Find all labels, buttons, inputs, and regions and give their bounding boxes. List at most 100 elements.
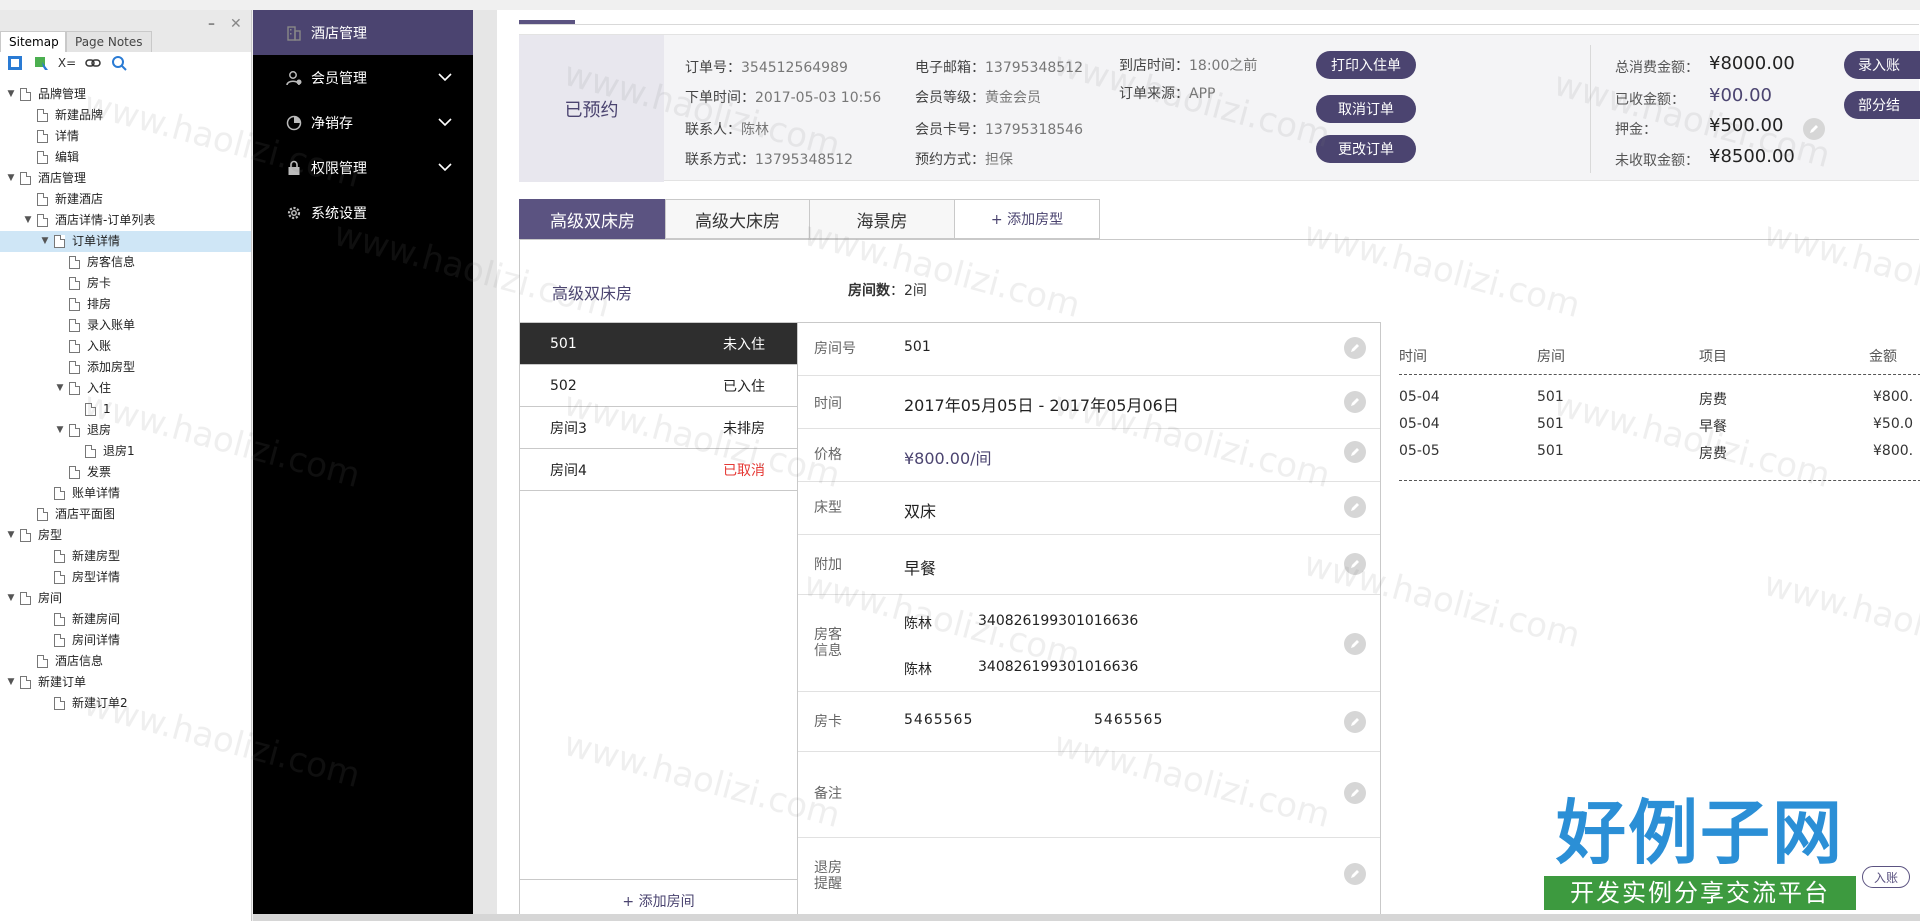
nav-item[interactable]: 酒店管理 — [253, 10, 473, 55]
sitemap-node[interactable]: 新建订单2 — [0, 693, 251, 714]
edit-note-icon[interactable] — [1344, 782, 1366, 804]
room-no-value: 501 — [904, 339, 931, 355]
add-room-type-button[interactable]: + 添加房型 — [954, 199, 1100, 239]
chevron-down-icon[interactable] — [437, 114, 453, 134]
change-order-button[interactable]: 更改订单 — [1316, 135, 1416, 163]
expand-toggle-icon[interactable]: ▼ — [6, 168, 16, 189]
tab-room-type-2[interactable]: 高级大床房 — [665, 199, 809, 239]
chevron-down-icon[interactable] — [437, 159, 453, 179]
edit-deposit-icon[interactable] — [1803, 118, 1825, 140]
nav-item[interactable]: 系统设置 — [253, 190, 473, 235]
sitemap-node[interactable]: 入账 — [0, 336, 251, 357]
sitemap-node-label: 新建房型 — [72, 549, 121, 563]
page-icon — [37, 130, 48, 143]
sitemap-node[interactable]: 房卡 — [0, 273, 251, 294]
edit-price-icon[interactable] — [1344, 441, 1366, 463]
nav-item[interactable]: 权限管理 — [253, 145, 473, 190]
tab-room-type-3[interactable]: 海景房 — [809, 199, 954, 239]
sitemap-node[interactable]: ▼ 新建订单 — [0, 672, 251, 693]
expand-toggle-icon[interactable]: ▼ — [55, 378, 65, 399]
expand-toggle-icon[interactable]: ▼ — [23, 210, 33, 231]
sitemap-node[interactable]: 账单详情 — [0, 483, 251, 504]
page-icon — [37, 193, 48, 206]
watermark-logo-text: 好例子网 — [1556, 792, 1844, 874]
sitemap-node[interactable]: 录入账单 — [0, 315, 251, 336]
page-icon — [20, 172, 31, 185]
order-summary: 已预约 订单号：354512564989 下单时间：2017-05-03 10:… — [519, 34, 1920, 182]
page-icon — [69, 256, 80, 269]
sitemap-node[interactable]: 房客信息 — [0, 252, 251, 273]
sitemap-node-label: 订单详情 — [72, 234, 121, 248]
sitemap-node[interactable]: 新建房间 — [0, 609, 251, 630]
chevron-down-icon[interactable] — [437, 69, 453, 89]
edit-guests-icon[interactable] — [1344, 633, 1366, 655]
order-status: 已预约 — [519, 35, 664, 182]
room-row[interactable]: 502 已入住 — [520, 365, 797, 407]
sitemap-node-label: 酒店平面图 — [55, 507, 116, 521]
minimize-icon[interactable]: – — [208, 16, 215, 32]
nav-item[interactable]: 会员管理 — [253, 55, 473, 100]
horizontal-scrollbar[interactable] — [253, 914, 1920, 921]
variable-icon[interactable]: X= — [58, 54, 76, 72]
sitemap-node[interactable]: 房型详情 — [0, 567, 251, 588]
expand-toggle-icon[interactable]: ▼ — [6, 84, 16, 105]
add-folder-icon[interactable] — [32, 54, 50, 72]
expand-toggle-icon[interactable]: ▼ — [6, 672, 16, 693]
edit-extra-icon[interactable] — [1344, 553, 1366, 575]
tab-sitemap[interactable]: Sitemap — [0, 31, 66, 52]
sitemap-node[interactable]: 排房 — [0, 294, 251, 315]
room-type-title: 高级双床房 — [552, 284, 633, 303]
print-checkin-button[interactable]: 打印入住单 — [1316, 51, 1416, 79]
sitemap-node[interactable]: 详情 — [0, 126, 251, 147]
page-icon — [85, 445, 96, 458]
expand-toggle-icon[interactable]: ▼ — [40, 231, 50, 252]
bill-cell: 501 — [1537, 416, 1564, 432]
sitemap-panel: Sitemap Page Notes – ✕ X= ▼ 品牌管理 新建品牌 详情 编辑 ▼… — [0, 10, 252, 921]
post-entry-button[interactable]: 入账 — [1862, 866, 1910, 888]
sitemap-node[interactable]: 房间详情 — [0, 630, 251, 651]
sitemap-node[interactable]: ▼ 酒店管理 — [0, 168, 251, 189]
sitemap-node[interactable]: 新建品牌 — [0, 105, 251, 126]
sitemap-node[interactable]: ▼ 酒店详情-订单列表 — [0, 210, 251, 231]
close-icon[interactable]: ✕ — [230, 16, 242, 32]
tab-room-type-1[interactable]: 高级双床房 — [519, 199, 665, 239]
page-icon — [54, 487, 65, 500]
room-row[interactable]: 房间4 已取消 — [520, 449, 797, 491]
sitemap-node[interactable]: ▼ 品牌管理 — [0, 84, 251, 105]
room-row[interactable]: 501 未入住 — [520, 323, 797, 365]
sitemap-node[interactable]: 新建房型 — [0, 546, 251, 567]
sitemap-node[interactable]: 酒店信息 — [0, 651, 251, 672]
sitemap-node-label: 酒店信息 — [55, 654, 104, 668]
sitemap-node[interactable]: ▼ 退房 — [0, 420, 251, 441]
expand-toggle-icon[interactable]: ▼ — [6, 588, 16, 609]
sitemap-node[interactable]: ▼ 房型 — [0, 525, 251, 546]
edit-remind-icon[interactable] — [1344, 863, 1366, 885]
sitemap-node[interactable]: 添加房型 — [0, 357, 251, 378]
tab-page-notes[interactable]: Page Notes — [66, 31, 152, 52]
expand-toggle-icon[interactable]: ▼ — [6, 525, 16, 546]
room-row[interactable]: 房间3 未排房 — [520, 407, 797, 449]
link-icon[interactable] — [84, 54, 102, 72]
sitemap-node[interactable]: 编辑 — [0, 147, 251, 168]
sitemap-node[interactable]: 发票 — [0, 462, 251, 483]
enter-bill-button[interactable]: 录入账 — [1844, 51, 1920, 79]
card-label: 房卡 — [814, 714, 842, 730]
partial-settle-button[interactable]: 部分结 — [1844, 91, 1920, 119]
cancel-order-button[interactable]: 取消订单 — [1316, 95, 1416, 123]
edit-bed-icon[interactable] — [1344, 496, 1366, 518]
sitemap-node[interactable]: ▼ 入住 — [0, 378, 251, 399]
edit-room-no-icon[interactable] — [1344, 337, 1366, 359]
sitemap-node[interactable]: 新建酒店 — [0, 189, 251, 210]
sitemap-node[interactable]: 退房1 — [0, 441, 251, 462]
add-page-icon[interactable] — [6, 54, 24, 72]
edit-card-icon[interactable] — [1344, 711, 1366, 733]
sitemap-node[interactable]: ▼ 订单详情 — [0, 231, 251, 252]
edit-time-icon[interactable] — [1344, 391, 1366, 413]
sitemap-node[interactable]: 1 — [0, 399, 251, 420]
sitemap-node[interactable]: 酒店平面图 — [0, 504, 251, 525]
nav-item[interactable]: 净销存 — [253, 100, 473, 145]
expand-toggle-icon[interactable]: ▼ — [55, 420, 65, 441]
search-icon[interactable] — [110, 54, 128, 72]
detail-room-card: 房卡 5465565 5465565 — [798, 692, 1380, 752]
sitemap-node[interactable]: ▼ 房间 — [0, 588, 251, 609]
